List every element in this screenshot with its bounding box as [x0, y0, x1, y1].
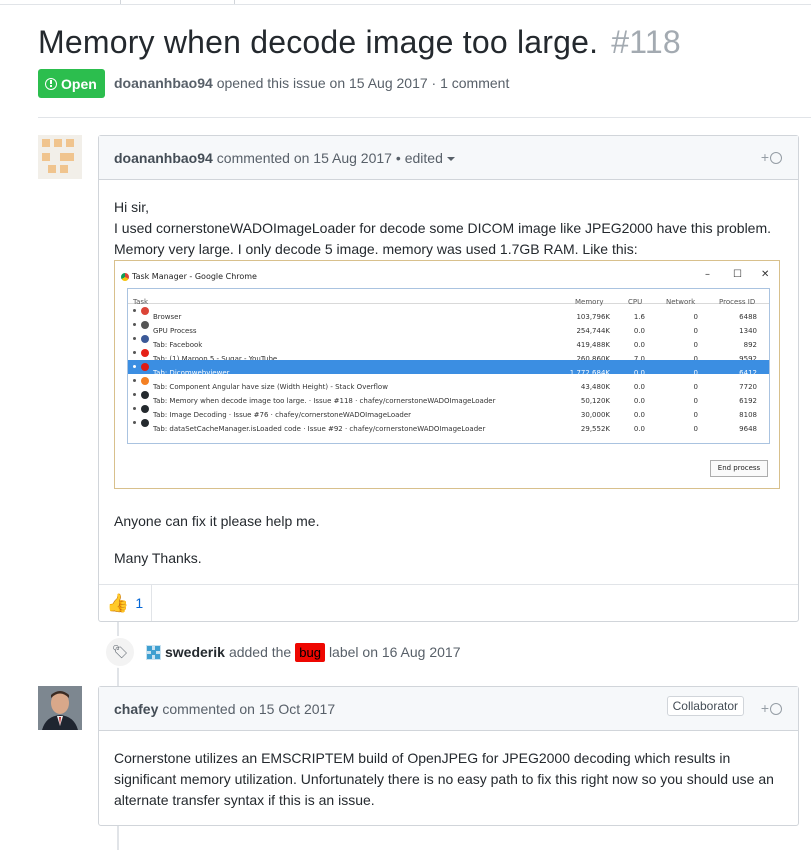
task-cell: Tab: dataSetCacheManager.isLoaded code ·… [153, 425, 486, 433]
comment-line: Many Thanks. [114, 550, 202, 566]
close-icon: ✕ [761, 269, 770, 280]
comment-meta: commented on 15 Oct 2017 [162, 700, 336, 717]
smiley-icon [770, 152, 782, 165]
issue-title: Memory when decode image too large. #118 [38, 24, 681, 61]
comment-body: Cornerstone utilizes an EMSCRIPTEM build… [99, 731, 798, 811]
comment-author-link[interactable]: chafey [114, 701, 158, 717]
table-row: Tab: Image Decoding · Issue #76 · chafey… [128, 402, 769, 419]
site-favicon-icon [141, 419, 149, 427]
table-row: Tab: Facebook 419,488K 0.0 0 892 [128, 332, 769, 349]
event-text: added the [228, 644, 292, 660]
table-row: Tab: dataSetCacheManager.isLoaded code ·… [128, 416, 769, 433]
table-row: Tab: Memory when decode image too large.… [128, 388, 769, 405]
table-row: Browser 103,796K 1.6 0 6488 [128, 304, 769, 321]
issue-author-link[interactable]: doananhbao94 [114, 75, 213, 91]
comment-header: chafey commented on 15 Oct 2017 Collabor… [99, 687, 798, 731]
header-divider [38, 117, 811, 118]
site-favicon-icon [141, 349, 149, 357]
table-rows: Browser 103,796K 1.6 0 6488 GPU Process 254,74… [128, 304, 769, 433]
comment-body: Hi sir, I used cornerstoneWADOImageLoade… [99, 180, 798, 569]
bullet-icon [133, 351, 136, 354]
comment-header: doananhbao94 commented on 15 Aug 2017 • … [99, 136, 798, 180]
issue-meta-text: opened this issue on 15 Aug 2017 · 1 com… [216, 75, 510, 91]
bullet-icon [133, 379, 136, 382]
pid-cell: 9648 [739, 425, 757, 433]
comment-line: Hi sir, [114, 199, 149, 215]
site-favicon-icon [141, 335, 149, 343]
network-cell: 0 [693, 425, 698, 433]
table-row: GPU Process 254,744K 0.0 0 1340 [128, 318, 769, 335]
edited-dropdown[interactable]: edited [405, 150, 455, 166]
comment-author-link[interactable]: doananhbao94 [114, 150, 213, 166]
bullet-icon [133, 393, 136, 396]
issue-opened-icon [45, 77, 57, 90]
avatar[interactable] [38, 135, 82, 179]
chrome-icon [121, 272, 129, 281]
bug-label[interactable]: bug [295, 642, 325, 662]
site-favicon-icon [141, 321, 149, 329]
site-favicon-icon [141, 377, 149, 385]
comment-meta: commented on 15 Aug 2017 • [216, 149, 401, 166]
issue-title-text: Memory when decode image too large. [38, 24, 599, 60]
plus-label: + [760, 700, 769, 716]
smiley-icon [770, 703, 782, 716]
add-reaction-button[interactable]: + [761, 700, 782, 716]
site-favicon-icon [141, 363, 149, 371]
thumbs-up-reaction[interactable]: 👍 1 [99, 585, 152, 621]
issue-state-badge: Open [38, 69, 105, 98]
maximize-icon: ☐ [733, 269, 742, 280]
site-favicon-icon [141, 307, 149, 315]
plus-label: + [760, 149, 769, 165]
avatar[interactable] [146, 644, 161, 660]
table-row: Tab: Component Angular have size (Width … [128, 374, 769, 391]
label-event: 🏷 swederik added the bug label on 16 Aug… [104, 636, 461, 668]
bullet-icon [133, 309, 136, 312]
avatar[interactable] [38, 686, 82, 730]
memory-cell: 29,552K [580, 425, 610, 433]
tab-underline [0, 4, 811, 5]
task-manager-title: Task Manager - Google Chrome [121, 266, 257, 287]
timeline-line [117, 826, 119, 850]
site-favicon-icon [141, 405, 149, 413]
cpu-cell: 0.0 [633, 425, 645, 433]
timeline-line [117, 666, 119, 686]
comment-box: doananhbao94 commented on 15 Aug 2017 • … [98, 135, 799, 622]
table-row: Tab: (1) Maroon 5 - Sugar - YouTube 260,8… [128, 346, 769, 363]
reactions-bar: 👍 1 [99, 584, 798, 621]
edited-label: edited [404, 149, 443, 166]
site-favicon-icon [141, 391, 149, 399]
bullet-icon [133, 337, 136, 340]
thumbs-up-icon: 👍 [106, 592, 130, 613]
event-text: label on 16 Aug 2017 [328, 644, 461, 660]
timeline-line [117, 620, 119, 636]
issue-meta: doananhbao94 opened this issue on 15 Aug… [114, 75, 509, 91]
reaction-count: 1 [135, 595, 144, 611]
comment-box: chafey commented on 15 Oct 2017 Collabor… [98, 686, 799, 826]
issue-state-label: Open [61, 75, 97, 92]
comment-line: Memory very large. I only decode 5 image… [114, 241, 638, 257]
comment-line: Anyone can fix it please help me. [114, 513, 320, 529]
bullet-icon [133, 365, 136, 368]
process-table: Task Memory CPU Network Process ID Brows… [127, 288, 770, 444]
bullet-icon [133, 421, 136, 424]
comment-text: Cornerstone utilizes an EMSCRIPTEM build… [114, 750, 774, 808]
add-reaction-button[interactable]: + [761, 149, 782, 165]
table-header: Task Memory CPU Network Process ID [128, 289, 769, 306]
event-actor-link[interactable]: swederik [165, 644, 225, 660]
tag-icon: 🏷 [104, 636, 136, 668]
end-process-button: End process [710, 460, 768, 477]
bullet-icon [133, 407, 136, 410]
task-manager-title-text: Task Manager - Google Chrome [132, 272, 257, 281]
minimize-icon: – [705, 269, 710, 280]
collaborator-badge: Collaborator [666, 696, 744, 716]
chevron-down-icon [446, 156, 455, 161]
bullet-icon [133, 323, 136, 326]
comment-line: I used cornerstoneWADOImageLoader for de… [114, 220, 772, 236]
task-manager-screenshot: Task Manager - Google Chrome – ☐ ✕ Task … [114, 260, 780, 489]
table-row: Tab: Dicomwebviewer 1,772,684K 0.0 0 6412 [128, 360, 769, 377]
issue-number: #118 [611, 24, 681, 60]
